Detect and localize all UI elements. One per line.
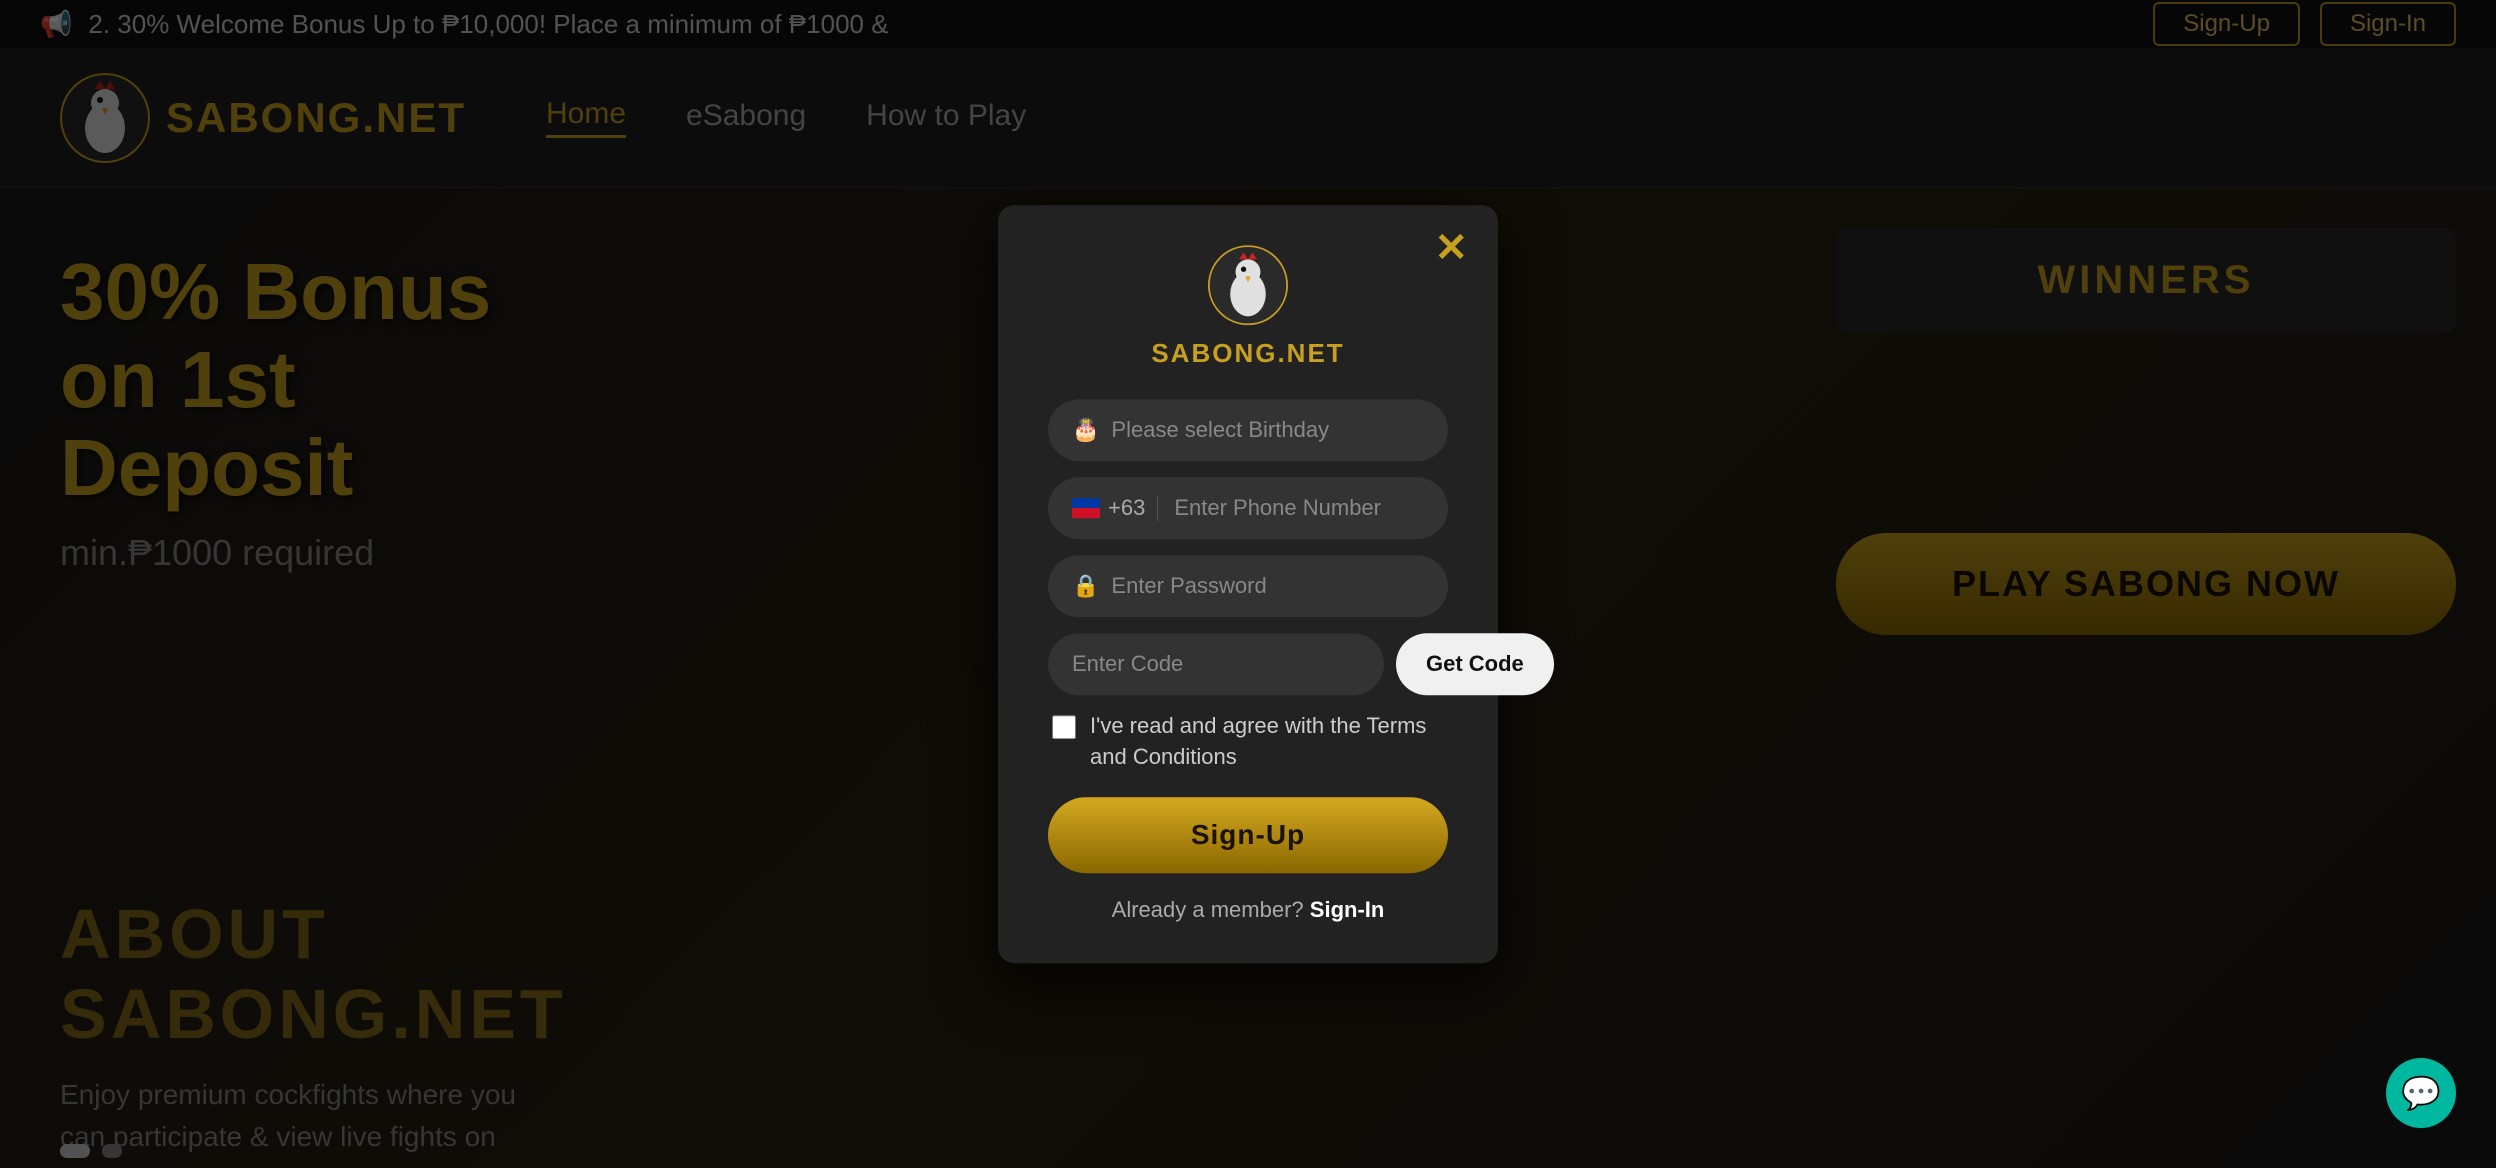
password-field-container: 🔒: [1048, 555, 1448, 617]
terms-checkbox[interactable]: [1052, 715, 1076, 739]
phone-prefix: +63: [1072, 495, 1158, 521]
flag-philippines: [1072, 498, 1100, 518]
lock-icon: 🔒: [1072, 573, 1099, 599]
birthday-field-container: 🎂: [1048, 399, 1448, 461]
terms-text: I've read and agree with the Terms and C…: [1090, 711, 1444, 773]
signup-button[interactable]: Sign-Up: [1048, 797, 1448, 873]
chat-icon: 💬: [2401, 1074, 2441, 1112]
birthday-icon: 🎂: [1072, 417, 1099, 443]
phone-field-container: +63: [1048, 477, 1448, 539]
phone-country-code: +63: [1108, 495, 1145, 521]
chat-bubble[interactable]: 💬: [2386, 1058, 2456, 1128]
terms-row: I've read and agree with the Terms and C…: [1048, 711, 1448, 773]
already-member-text: Already a member?: [1112, 897, 1304, 922]
code-input[interactable]: [1048, 633, 1384, 695]
signup-modal: ✕ SABONG.NET 🎂 +63 🔒 Get Code: [998, 205, 1498, 963]
get-code-button[interactable]: Get Code: [1396, 633, 1554, 695]
modal-logo-text: SABONG.NET: [1048, 338, 1448, 369]
password-input[interactable]: [1111, 573, 1424, 599]
modal-logo-icon: [1208, 245, 1288, 325]
modal-close-button[interactable]: ✕: [1434, 225, 1468, 271]
code-row: Get Code: [1048, 633, 1448, 695]
modal-logo: SABONG.NET: [1048, 245, 1448, 369]
signin-link[interactable]: Sign-In: [1310, 897, 1385, 922]
birthday-input[interactable]: [1111, 417, 1424, 443]
already-member: Already a member? Sign-In: [1048, 897, 1448, 923]
phone-input[interactable]: [1174, 495, 1462, 521]
